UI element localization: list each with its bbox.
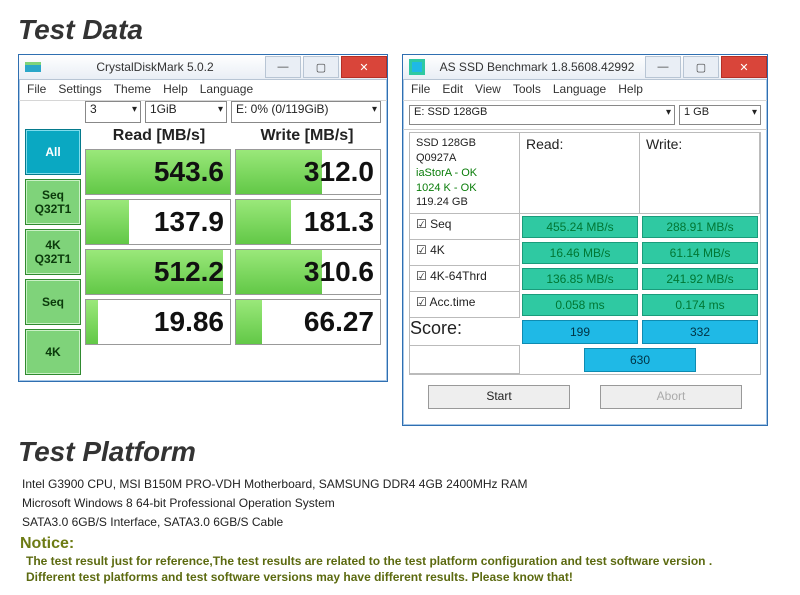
menu-item[interactable]: Language: [553, 82, 606, 96]
platform-line: Microsoft Windows 8 64-bit Professional …: [22, 495, 782, 512]
result-cell: 241.92 MB/s: [642, 268, 758, 290]
result-value: 310.6: [304, 256, 374, 288]
result-bar: [236, 200, 291, 244]
menu-item[interactable]: Help: [618, 82, 643, 96]
read-header: Read [MB/s]: [85, 125, 233, 149]
result-cell: 543.6: [85, 149, 231, 195]
size-select[interactable]: 1GiB: [145, 101, 227, 123]
menu-item[interactable]: Settings: [58, 82, 101, 96]
menu-item[interactable]: Edit: [442, 82, 463, 96]
result-cell: 181.3: [235, 199, 381, 245]
platform-line: Intel G3900 CPU, MSI B150M PRO-VDH Mothe…: [22, 476, 782, 493]
asssd-window: AS SSD Benchmark 1.8.5608.42992 — ▢ ✕ Fi…: [402, 54, 768, 426]
test-platform-heading: Test Platform: [18, 436, 782, 468]
asssd-title: AS SSD Benchmark 1.8.5608.42992: [431, 60, 643, 74]
notice-line: The test result just for reference,The t…: [26, 553, 782, 569]
menu-item[interactable]: File: [411, 82, 430, 96]
cdm-menubar: File Settings Theme Help Language: [19, 80, 387, 101]
cdm-title: CrystalDiskMark 5.0.2: [47, 60, 263, 74]
result-cell: 0.058 ms: [522, 294, 638, 316]
minimize-button[interactable]: —: [645, 56, 681, 78]
abort-button[interactable]: Abort: [600, 385, 742, 409]
all-button[interactable]: All: [25, 129, 81, 175]
read-score: 199: [522, 320, 638, 344]
maximize-button[interactable]: ▢: [683, 56, 719, 78]
seq-button[interactable]: Seq: [25, 279, 81, 325]
read-header: Read:: [519, 132, 640, 214]
close-button[interactable]: ✕: [721, 56, 767, 78]
result-bar: [86, 200, 129, 244]
result-bar: [236, 300, 262, 344]
app-icon: [409, 59, 425, 75]
acctime-checkbox[interactable]: Acc.time: [409, 291, 520, 318]
4k-checkbox[interactable]: 4K: [409, 239, 520, 266]
drive-select[interactable]: E: SSD 128GB: [409, 105, 675, 125]
4k64-checkbox[interactable]: 4K-64Thrd: [409, 265, 520, 292]
drive-info: SSD 128GB Q0927A iaStorA - OK 1024 K - O…: [409, 132, 520, 214]
notice-heading: Notice:: [20, 535, 782, 553]
menu-item[interactable]: Theme: [114, 82, 151, 96]
maximize-button[interactable]: ▢: [303, 56, 339, 78]
4k-q32t1-button[interactable]: 4KQ32T1: [25, 229, 81, 275]
menu-item[interactable]: Language: [200, 82, 253, 96]
cdm-titlebar[interactable]: CrystalDiskMark 5.0.2 — ▢ ✕: [19, 55, 387, 80]
result-cell: 61.14 MB/s: [642, 242, 758, 264]
write-score: 332: [642, 320, 758, 344]
runs-select[interactable]: 3: [85, 101, 141, 123]
result-cell: 136.85 MB/s: [522, 268, 638, 290]
menu-item[interactable]: Help: [163, 82, 188, 96]
test-data-heading: Test Data: [18, 14, 782, 46]
result-bar: [86, 300, 98, 344]
seq-q32t1-button[interactable]: SeqQ32T1: [25, 179, 81, 225]
result-value: 512.2: [154, 256, 224, 288]
menu-item[interactable]: File: [27, 82, 46, 96]
menu-item[interactable]: Tools: [513, 82, 541, 96]
menu-item[interactable]: View: [475, 82, 501, 96]
result-cell: 310.6: [235, 249, 381, 295]
score-label: Score:: [410, 318, 520, 346]
result-value: 19.86: [154, 306, 224, 338]
write-header: Write [MB/s]: [233, 125, 381, 149]
total-score: 630: [584, 348, 696, 372]
start-button[interactable]: Start: [428, 385, 570, 409]
result-cell: 312.0: [235, 149, 381, 195]
result-cell: 288.91 MB/s: [642, 216, 758, 238]
result-value: 543.6: [154, 156, 224, 188]
asssd-menubar: File Edit View Tools Language Help: [403, 80, 767, 101]
result-cell: 0.174 ms: [642, 294, 758, 316]
4k-button[interactable]: 4K: [25, 329, 81, 375]
result-value: 137.9: [154, 206, 224, 238]
minimize-button[interactable]: —: [265, 56, 301, 78]
write-header: Write:: [639, 132, 760, 214]
result-value: 181.3: [304, 206, 374, 238]
result-cell: 66.27: [235, 299, 381, 345]
platform-line: SATA3.0 6GB/S Interface, SATA3.0 6GB/S C…: [22, 514, 782, 531]
app-icon: [25, 59, 41, 75]
seq-checkbox[interactable]: Seq: [409, 213, 520, 240]
close-button[interactable]: ✕: [341, 56, 387, 78]
result-value: 66.27: [304, 306, 374, 338]
asssd-titlebar[interactable]: AS SSD Benchmark 1.8.5608.42992 — ▢ ✕: [403, 55, 767, 80]
result-cell: 137.9: [85, 199, 231, 245]
crystaldiskmark-window: CrystalDiskMark 5.0.2 — ▢ ✕ File Setting…: [18, 54, 388, 382]
result-cell: 19.86: [85, 299, 231, 345]
size-select[interactable]: 1 GB: [679, 105, 761, 125]
drive-select[interactable]: E: 0% (0/119GiB): [231, 101, 381, 123]
result-cell: 455.24 MB/s: [522, 216, 638, 238]
result-cell: 16.46 MB/s: [522, 242, 638, 264]
result-cell: 512.2: [85, 249, 231, 295]
notice-line: Different test platforms and test softwa…: [26, 569, 782, 585]
result-value: 312.0: [304, 156, 374, 188]
